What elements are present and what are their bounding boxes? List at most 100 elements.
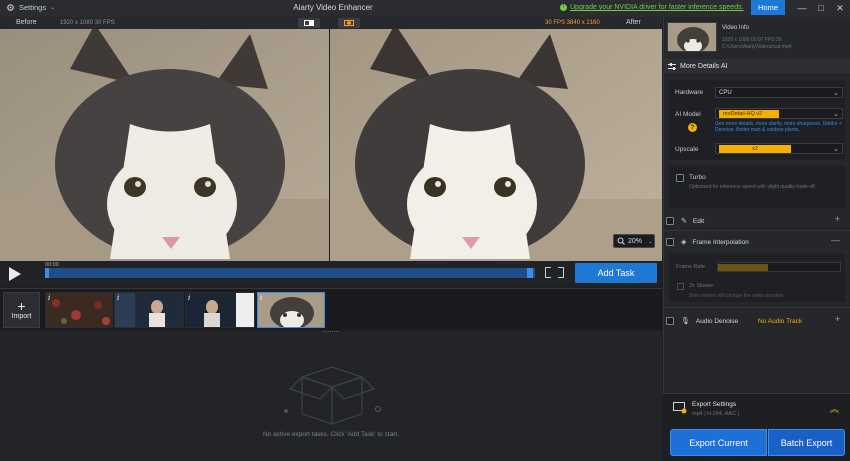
ai-model-dropdown[interactable]: moDetail-HQ v2 ⌄ [715, 108, 843, 119]
trim-end-handle[interactable] [527, 268, 533, 278]
split-view-button[interactable] [298, 18, 320, 28]
frame-interpolation-row[interactable]: ◈ Frame Interpolation — [666, 235, 846, 249]
play-icon[interactable] [9, 267, 21, 281]
empty-tasks-message: No active export tasks. Click 'Add Task'… [262, 431, 400, 438]
chevron-down-icon: ⌄ [833, 90, 839, 97]
minimize-button[interactable]: — [795, 2, 809, 14]
clip-flowers-image [46, 293, 112, 327]
zoom-dropdown[interactable]: 20% ⌄ [613, 234, 655, 248]
clip-woman-1-image [115, 293, 183, 327]
app-window: Settings ⌄ Aiarty Video Enhancer ! Upgra… [0, 0, 850, 461]
slower-description: Slow motion will change the video durati… [689, 293, 784, 299]
mark-in-button[interactable] [545, 267, 551, 278]
task-list-area [0, 331, 662, 461]
clip-thumbnail-woman-2[interactable]: i [185, 292, 255, 328]
resize-handle[interactable] [323, 331, 339, 334]
slower-checkbox[interactable] [677, 283, 684, 290]
ai-model-value: moDetail-HQ v2 [719, 109, 779, 118]
ai-model-label: AI Model [675, 111, 701, 118]
add-task-button[interactable]: Add Task [575, 263, 657, 283]
after-preview[interactable] [330, 29, 662, 261]
chevron-down-icon: ⌄ [648, 238, 654, 245]
hardware-dropdown[interactable]: CPU ⌄ [715, 87, 843, 98]
split-view-icon [304, 20, 314, 26]
clip-info-badge[interactable]: i [188, 294, 190, 302]
hardware-value: CPU [719, 89, 732, 96]
video-thumbnail-image [668, 23, 716, 51]
timeline-track[interactable] [45, 268, 535, 278]
zoom-icon [617, 237, 625, 245]
upscale-dropdown[interactable]: x2 ⌄ [715, 143, 843, 154]
turbo-checkbox[interactable] [676, 174, 684, 182]
edit-icon: ✎ [681, 218, 687, 225]
help-icon[interactable]: ? [688, 123, 697, 132]
import-button[interactable]: + Import [3, 292, 40, 328]
side-by-side-button[interactable] [338, 18, 360, 28]
audio-denoise-checkbox[interactable] [666, 317, 674, 325]
audio-status: No Audio Track [758, 318, 803, 325]
before-cat-image [0, 29, 329, 261]
before-preview[interactable] [0, 29, 329, 261]
compare-header: Before 1920 x 1080 30 FPS 30 FPS 3840 x … [0, 17, 662, 29]
export-current-button[interactable]: Export Current [670, 429, 767, 456]
upgrade-driver-link[interactable]: ! Upgrade your NVIDIA driver for faster … [560, 4, 744, 11]
close-button[interactable]: ✕ [833, 2, 847, 14]
clip-thumbnail-flowers[interactable]: i [45, 292, 113, 328]
trim-start-handle[interactable] [45, 268, 49, 278]
info-icon: ! [560, 4, 567, 11]
microphone-icon: 🎙︎ [681, 318, 690, 325]
more-details-ai-header[interactable]: More Details AI [663, 59, 850, 73]
edit-row[interactable]: ✎ Edit + [666, 214, 846, 228]
export-settings-title[interactable]: Export Settings [692, 401, 736, 408]
clip-cat-image [258, 293, 324, 327]
plus-icon: + [17, 298, 26, 314]
expand-plus-icon[interactable]: + [835, 314, 840, 324]
clip-thumbnail-woman-1[interactable]: i [114, 292, 184, 328]
turbo-description: Optimized for inference speed with sligh… [689, 184, 815, 190]
title-bar: Settings ⌄ Aiarty Video Enhancer ! Upgra… [0, 0, 850, 17]
edit-checkbox[interactable] [666, 217, 674, 225]
frame-interpolation-icon: ◈ [681, 239, 687, 246]
sliders-icon [668, 62, 676, 70]
chevron-down-icon: ⌄ [833, 111, 839, 118]
after-cat-image [330, 29, 662, 261]
clip-woman-2-image [186, 293, 254, 327]
upgrade-text: Upgrade your NVIDIA driver for faster in… [570, 4, 744, 11]
frame-rate-fill [718, 264, 768, 271]
ai-model-description: Gen more details, more clarity, more sha… [715, 121, 842, 133]
video-thumbnail [667, 22, 717, 52]
compare-divider[interactable] [329, 29, 330, 261]
before-label: Before [16, 19, 37, 26]
upscale-value: x2 [719, 144, 791, 153]
frame-rate-slider[interactable] [717, 262, 841, 272]
more-details-ai-title: More Details AI [680, 62, 728, 70]
import-label: Import [11, 313, 32, 320]
audio-denoise-row[interactable]: 🎙︎ Audio Denoise + [666, 314, 846, 328]
side-by-side-icon [344, 20, 354, 26]
maximize-button[interactable]: □ [814, 2, 828, 14]
clip-info-badge[interactable]: i [117, 294, 119, 302]
clip-info-badge[interactable]: i [260, 294, 262, 302]
empty-box-icon [284, 366, 381, 425]
expand-plus-icon[interactable]: + [835, 214, 840, 224]
before-meta: 1920 x 1080 30 FPS [60, 19, 115, 26]
clip-info-badge[interactable]: i [48, 294, 50, 302]
frame-rate-label: Frame Rate [676, 264, 706, 270]
after-label: After [626, 19, 641, 26]
zoom-value: 20% [628, 237, 643, 245]
edit-label: Edit [692, 217, 705, 225]
video-info-title[interactable]: Video Info [722, 25, 749, 31]
batch-export-button[interactable]: Batch Export [768, 429, 845, 456]
divider [663, 230, 850, 231]
home-button[interactable]: Home [751, 0, 785, 15]
turbo-title: Turbo [689, 174, 706, 181]
divider [663, 307, 850, 308]
chevron-down-icon: ⌄ [833, 146, 839, 153]
mark-out-button[interactable] [558, 267, 564, 278]
video-info-specs: 1920 x 1080 00:07 FPS 30 [722, 37, 782, 43]
export-settings-icon[interactable] [673, 402, 687, 414]
collapse-minus-icon[interactable]: — [831, 235, 840, 245]
frame-interpolation-checkbox[interactable] [666, 238, 674, 246]
clip-thumbnail-cat[interactable]: i [257, 292, 325, 328]
expand-up-icon[interactable]: ︽ [830, 402, 839, 415]
